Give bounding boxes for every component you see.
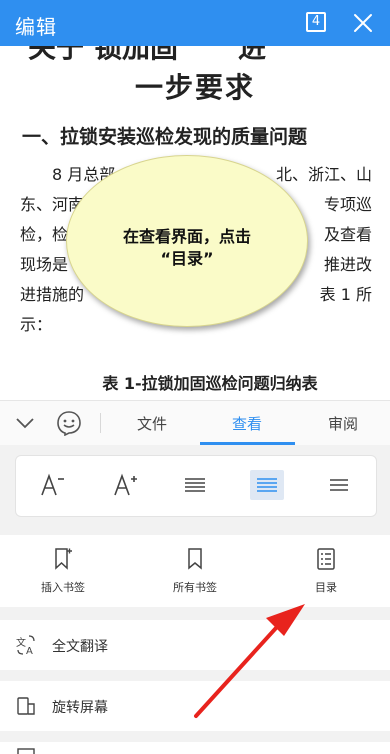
center-align-icon[interactable] bbox=[250, 470, 284, 500]
rotate-screen-row[interactable]: 旋转屏幕 bbox=[0, 681, 390, 731]
svg-text:A: A bbox=[26, 646, 33, 656]
instruction-callout: 在查看界面，点击 “目录” bbox=[66, 155, 308, 327]
top-bar: 编辑 4 bbox=[0, 0, 390, 46]
callout-line-2: “目录” bbox=[160, 249, 214, 268]
bookmark-icon bbox=[188, 548, 202, 570]
insert-bookmark-label: 插入书签 bbox=[41, 581, 85, 594]
edit-button[interactable]: 编辑 bbox=[15, 11, 57, 40]
increase-font-button[interactable] bbox=[109, 470, 143, 500]
tab-file[interactable]: 文件 bbox=[137, 413, 167, 434]
svg-text:文: 文 bbox=[16, 636, 26, 649]
list-icon bbox=[317, 548, 335, 570]
translate-icon: 文 A bbox=[16, 635, 35, 656]
page-count-button[interactable]: 4 bbox=[306, 12, 326, 32]
chevron-down-icon[interactable] bbox=[14, 414, 36, 432]
insert-bookmark-button[interactable]: 插入书签 bbox=[18, 547, 108, 595]
tab-review[interactable]: 审阅 bbox=[328, 413, 358, 434]
toc-label: 目录 bbox=[315, 581, 337, 594]
smiley-icon[interactable] bbox=[56, 410, 82, 436]
tab-bar: 文件 查看 审阅 bbox=[0, 400, 390, 446]
decrease-font-button[interactable] bbox=[36, 470, 70, 500]
close-icon[interactable] bbox=[352, 12, 374, 34]
callout-line-1: 在查看界面，点击 bbox=[122, 227, 251, 246]
left-align-icon[interactable] bbox=[322, 470, 356, 500]
table-title: 表 1-拉锁加固巡检问题归纳表 bbox=[102, 374, 318, 393]
menu-item-icon bbox=[17, 748, 35, 754]
bookmark-row: 插入书签 所有书签 目录 bbox=[0, 535, 390, 607]
rotate-screen-icon bbox=[17, 697, 35, 715]
toc-button[interactable]: 目录 bbox=[281, 547, 371, 595]
full-text-translate-label: 全文翻译 bbox=[52, 639, 108, 655]
justify-align-icon[interactable] bbox=[178, 470, 212, 500]
menu-row-partial[interactable] bbox=[0, 742, 390, 754]
bookmark-add-icon bbox=[55, 548, 72, 570]
all-bookmarks-button[interactable]: 所有书签 bbox=[150, 547, 240, 595]
tab-separator bbox=[100, 413, 101, 433]
format-toolbar bbox=[15, 455, 377, 517]
document-page[interactable]: 关于 锁加固进 一步要求 一、拉锁安装巡检发现的质量问题 8 月总部 北、浙江、山 … bbox=[0, 0, 390, 400]
rotate-screen-label: 旋转屏幕 bbox=[52, 700, 108, 716]
tab-view[interactable]: 查看 bbox=[232, 413, 262, 434]
all-bookmarks-label: 所有书签 bbox=[173, 581, 217, 594]
document-heading: 一、拉锁安装巡检发现的质量问题 bbox=[22, 126, 308, 148]
full-text-translate-row[interactable]: 文 A 全文翻译 bbox=[0, 620, 390, 670]
document-title-line2: 一步要求 bbox=[134, 71, 255, 104]
